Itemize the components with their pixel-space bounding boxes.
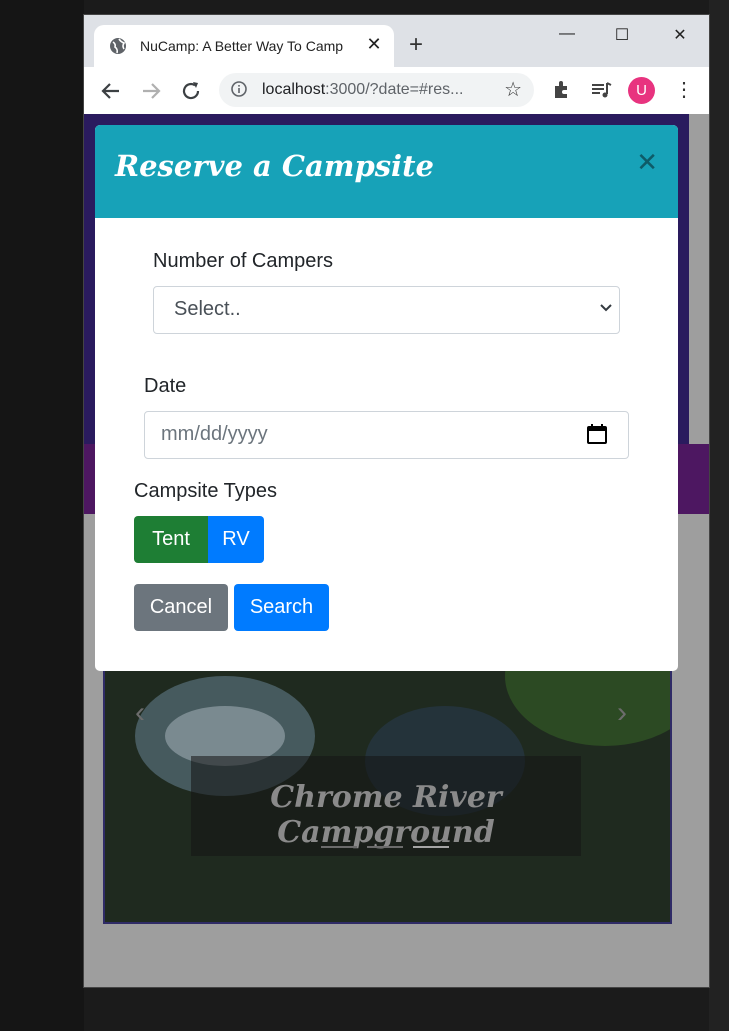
modal-close-icon[interactable]: ✕ [636,147,658,178]
cancel-button[interactable]: Cancel [134,584,228,631]
profile-avatar[interactable]: U [628,77,655,104]
info-icon[interactable] [231,81,247,97]
reserve-modal: Reserve a Campsite ✕ Number of Campers S… [95,125,678,671]
tent-button[interactable]: Tent [134,516,208,563]
browser-tab[interactable]: NuCamp: A Better Way To Camp ✕ [94,25,394,67]
carousel-caption: Chrome River Campground [191,756,581,856]
tab-bar: NuCamp: A Better Way To Camp ✕ + — ☐ ✕ [84,15,709,67]
forward-icon[interactable] [139,79,163,103]
reload-icon[interactable] [179,79,203,103]
campers-select-value: Select.. [174,298,241,320]
back-icon[interactable] [99,79,123,103]
carousel: ‹ › Chrome River Campground [103,634,672,924]
extensions-icon[interactable] [549,77,575,103]
carousel-indicator[interactable] [321,846,357,848]
tab-close-icon[interactable]: ✕ [364,34,384,55]
date-placeholder: mm/dd/yyyy [161,423,268,445]
close-window-button[interactable]: ✕ [668,25,692,45]
url-host: localhost [262,81,326,98]
tab-title: NuCamp: A Better Way To Camp [140,38,344,54]
campers-label: Number of Campers [153,250,334,272]
calendar-icon[interactable] [586,423,608,445]
modal-title: Reserve a Campsite [115,149,434,183]
url-path: :3000/?date=#res... [325,81,464,98]
globe-icon [110,38,126,54]
carousel-caption-text: Chrome River Campground [270,780,502,850]
star-icon[interactable]: ☆ [504,77,522,102]
menu-icon[interactable]: ⋮ [674,77,694,102]
rv-button[interactable]: RV [208,516,264,563]
address-bar[interactable]: localhost:3000/?date=#res... ☆ [219,73,534,107]
media-icon[interactable] [588,77,614,103]
carousel-next-icon[interactable]: › [617,696,627,730]
search-button[interactable]: Search [234,584,329,631]
carousel-indicator-active[interactable] [413,846,449,848]
browser-window: NuCamp: A Better Way To Camp ✕ + — ☐ ✕ l… [84,15,709,987]
browser-toolbar: localhost:3000/?date=#res... ☆ U ⋮ [84,67,709,115]
desktop-background [709,0,729,1031]
maximize-button[interactable]: ☐ [610,25,634,45]
url-text: localhost:3000/?date=#res... [262,81,463,99]
modal-header: Reserve a Campsite ✕ [95,125,678,218]
carousel-indicator[interactable] [367,846,403,848]
date-label: Date [144,375,187,397]
desktop-background [0,0,84,1031]
campsite-types-label: Campsite Types [134,480,278,502]
chevron-down-icon [600,304,612,312]
campers-select[interactable]: Select.. [153,286,620,334]
date-input[interactable]: mm/dd/yyyy [144,411,629,459]
new-tab-button[interactable]: + [409,33,423,57]
minimize-button[interactable]: — [555,25,579,43]
carousel-prev-icon[interactable]: ‹ [135,696,145,730]
